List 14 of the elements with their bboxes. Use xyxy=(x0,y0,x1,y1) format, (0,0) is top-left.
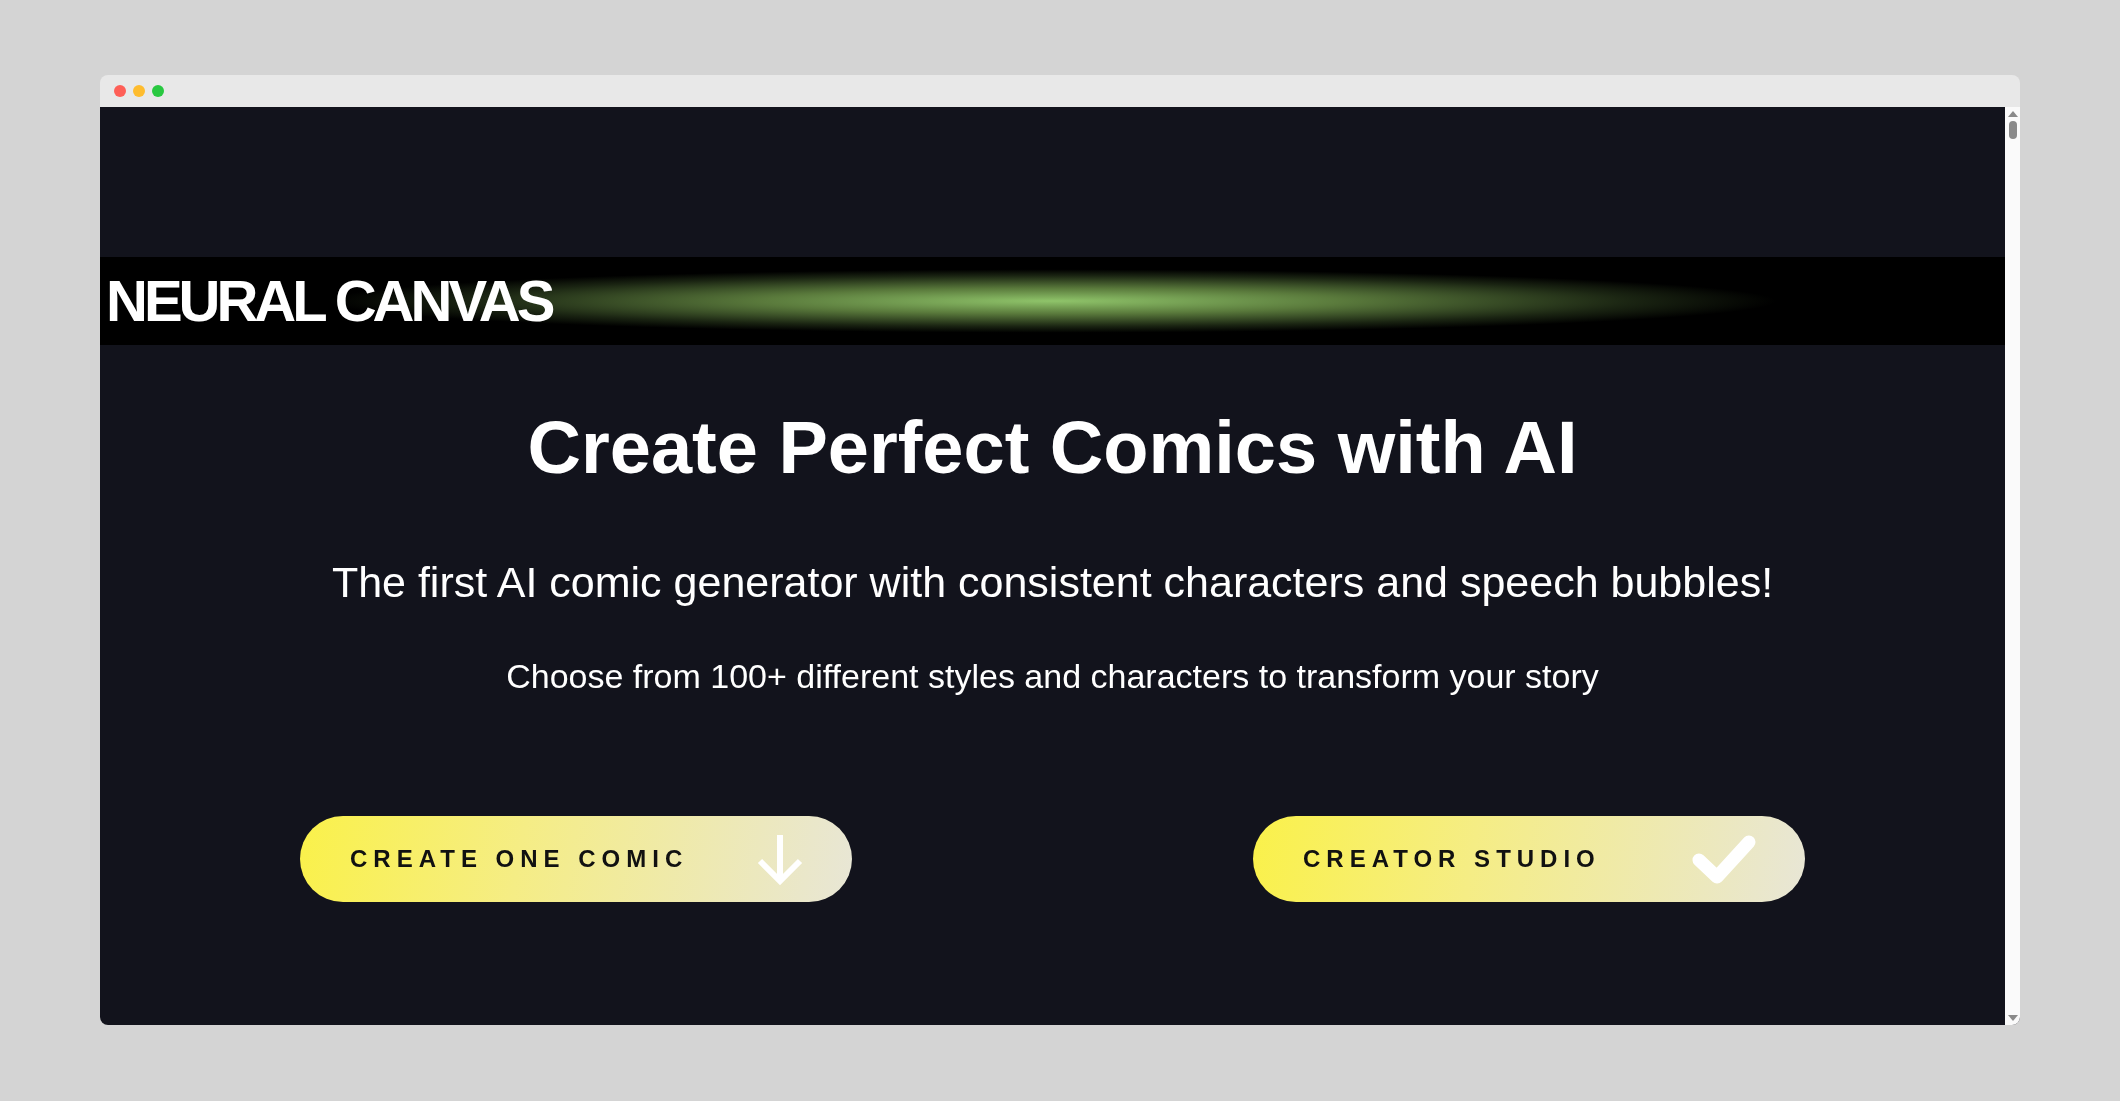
scroll-down-icon[interactable] xyxy=(2007,1015,2018,1021)
scroll-thumb[interactable] xyxy=(2008,121,2017,139)
close-button[interactable] xyxy=(114,85,126,97)
headline: Create Perfect Comics with AI xyxy=(527,407,1578,489)
maximize-button[interactable] xyxy=(152,85,164,97)
cta-button[interactable]: CREATE ONE COMIC xyxy=(300,816,852,903)
cta-button[interactable]: CREATOR STUDIO xyxy=(1253,816,1805,903)
arrow-down-icon xyxy=(756,833,804,886)
minimize-button[interactable] xyxy=(133,85,145,97)
check-icon xyxy=(1691,834,1757,885)
subtitle: The first AI comic generator with consistent characters and speech bubbles! xyxy=(331,558,1774,608)
logo-text: NEURAL CANVAS xyxy=(106,272,552,330)
tagline: Choose from 100+ different styles and characters to transform your story xyxy=(506,657,1599,697)
scrollbar[interactable] xyxy=(2005,107,2020,1025)
